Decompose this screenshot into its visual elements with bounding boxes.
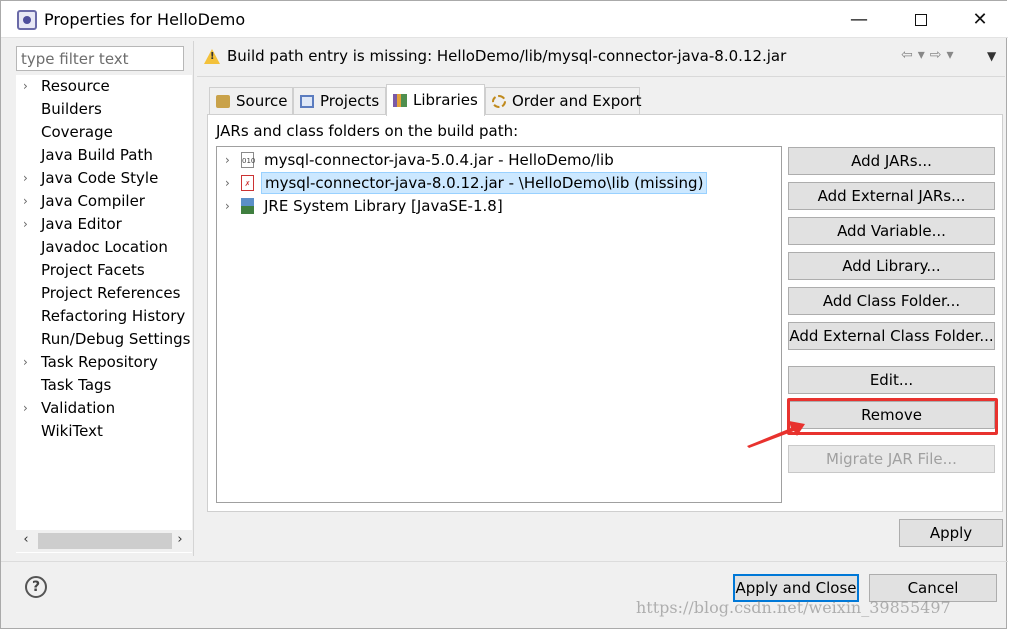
library-entry-label: mysql-connector-java-5.0.4.jar - HelloDe… (264, 151, 614, 169)
filter-input[interactable] (16, 46, 184, 71)
tree-item-label: Refactoring History (41, 307, 186, 325)
maximize-button[interactable] (898, 5, 944, 35)
jar-icon: 010 (241, 152, 255, 168)
eclipse-icon (17, 10, 37, 30)
expand-icon[interactable]: › (23, 351, 35, 374)
tree-item-label: Java Editor (41, 215, 122, 233)
expand-icon[interactable]: › (225, 172, 230, 194)
library-list[interactable]: › 010 mysql-connector-java-5.0.4.jar - H… (216, 146, 782, 503)
add-external-class-folder-button[interactable]: Add External Class Folder... (788, 322, 995, 350)
tree-item-label: Builders (41, 100, 102, 118)
background-window-edge (1007, 0, 1018, 629)
help-icon[interactable]: ? (25, 576, 47, 598)
back-dropdown-icon[interactable]: ▾ (918, 47, 930, 63)
property-page-tree: › Resource Builders Coverage Java Build Path… (16, 75, 192, 553)
annotation-highlight-box (787, 398, 998, 435)
forward-dropdown-icon[interactable]: ▾ (947, 47, 959, 63)
forward-arrow-icon[interactable]: ⇨ (930, 47, 947, 63)
tab-libraries[interactable]: Libraries (386, 84, 485, 116)
tree-item-label: Run/Debug Settings (41, 330, 191, 348)
order-export-icon (492, 95, 506, 108)
expand-icon[interactable]: › (225, 149, 230, 171)
add-jars-button[interactable]: Add JARs... (788, 147, 995, 175)
close-button[interactable]: ✕ (957, 5, 1003, 35)
tab-order-and-export[interactable]: Order and Export (485, 87, 642, 115)
tree-item-label: Validation (41, 399, 116, 417)
footer-separator (1, 561, 1008, 562)
history-navigation[interactable]: ⇦▾⇨▾ (901, 47, 959, 63)
tree-item-label: Project Facets (41, 261, 145, 279)
project-icon (300, 95, 314, 108)
tab-label: Source (236, 92, 288, 110)
tab-label: Projects (320, 92, 380, 110)
minimize-button[interactable]: — (836, 5, 882, 35)
jre-library-icon (241, 198, 254, 214)
tab-label: Libraries (413, 91, 478, 109)
view-menu-icon[interactable]: ▼ (987, 49, 996, 63)
annotation-arrow-icon (747, 421, 805, 448)
maximize-icon (915, 14, 927, 26)
scroll-left-icon[interactable]: ‹ (18, 532, 34, 547)
missing-jar-icon: ✗ (241, 175, 254, 191)
library-entry-label: mysql-connector-java-8.0.12.jar - \Hello… (261, 172, 708, 194)
tree-item-label: Task Repository (41, 353, 158, 371)
tree-item-label: Java Build Path (41, 146, 153, 164)
migrate-jar-button[interactable]: Migrate JAR File... (788, 445, 995, 473)
tree-item-label: Java Code Style (41, 169, 159, 187)
tab-projects[interactable]: Projects (293, 87, 386, 115)
scroll-right-icon[interactable]: › (172, 532, 188, 547)
scroll-thumb[interactable] (38, 533, 172, 549)
libraries-label: JARs and class folders on the build path… (216, 122, 519, 140)
add-external-jars-button[interactable]: Add External JARs... (788, 182, 995, 210)
library-icon (393, 94, 407, 107)
source-folder-icon (216, 95, 230, 108)
tree-item-label: WikiText (41, 422, 103, 440)
tree-item-label: Task Tags (41, 376, 112, 394)
add-class-folder-button[interactable]: Add Class Folder... (788, 287, 995, 315)
library-entry-label: JRE System Library [JavaSE-1.8] (264, 197, 503, 215)
pane-divider[interactable] (193, 41, 194, 556)
expand-icon[interactable]: › (23, 190, 35, 213)
tree-item-label: Coverage (41, 123, 113, 141)
header-message: Build path entry is missing: HelloDemo/l… (227, 47, 787, 65)
add-library-button[interactable]: Add Library... (788, 252, 995, 280)
tab-label: Order and Export (512, 92, 642, 110)
tab-source[interactable]: Source (209, 87, 293, 115)
expand-icon[interactable]: › (23, 75, 35, 98)
tree-item-label: Resource (41, 77, 110, 95)
back-arrow-icon[interactable]: ⇦ (901, 47, 918, 63)
expand-icon[interactable]: › (225, 195, 230, 217)
window-title: Properties for HelloDemo (44, 10, 246, 29)
expand-icon[interactable]: › (23, 213, 35, 236)
tree-item-label: Project References (41, 284, 181, 302)
properties-dialog: Properties for HelloDemo — ✕ › Resource Bu… (0, 0, 1008, 629)
tree-item-label: Java Compiler (41, 192, 145, 210)
header-separator (197, 76, 1005, 77)
tree-horizontal-scrollbar[interactable]: ‹ › (16, 530, 192, 552)
warning-icon (204, 49, 220, 64)
apply-button[interactable]: Apply (899, 519, 1003, 547)
edit-button[interactable]: Edit... (788, 366, 995, 394)
expand-icon[interactable]: › (23, 167, 35, 190)
title-bar: Properties for HelloDemo — ✕ (1, 1, 1008, 38)
expand-icon[interactable]: › (23, 397, 35, 420)
watermark-text: https://blog.csdn.net/weixin_39855497 (636, 598, 951, 617)
add-variable-button[interactable]: Add Variable... (788, 217, 995, 245)
tree-item-label: Javadoc Location (41, 238, 168, 256)
